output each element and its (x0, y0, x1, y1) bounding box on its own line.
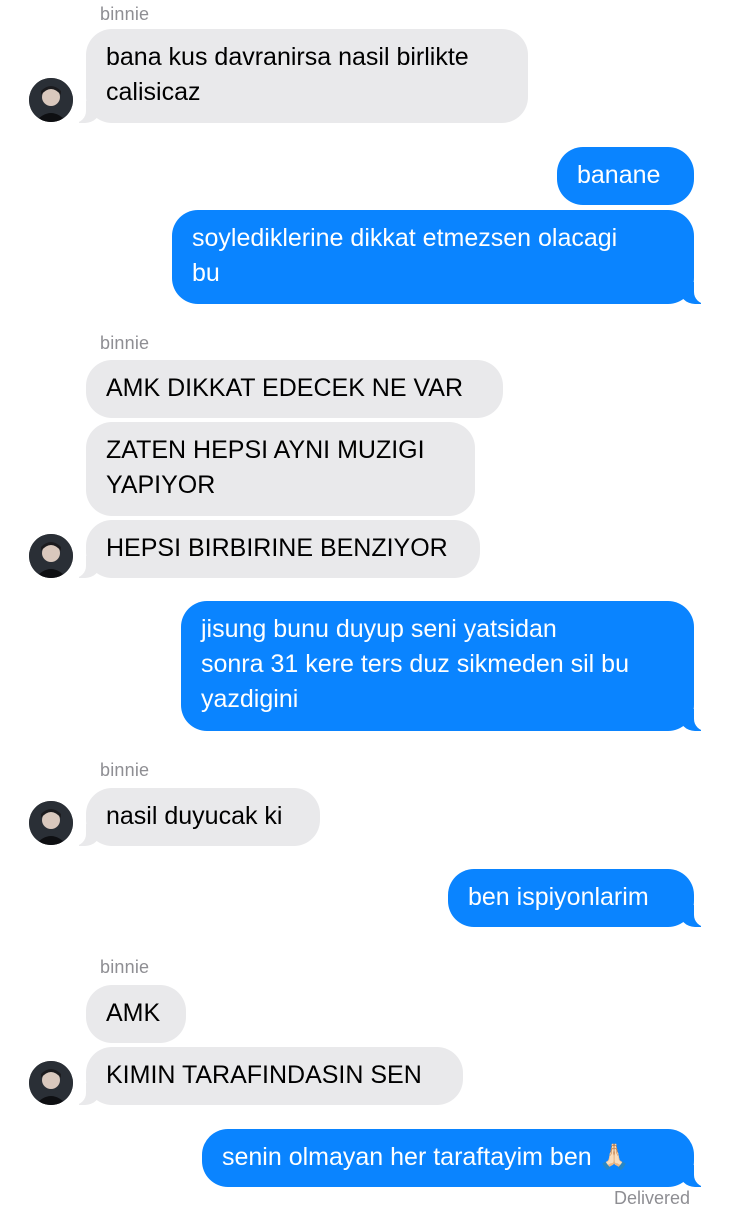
incoming-message[interactable]: KIMIN TARAFINDASIN SEN (74, 1047, 463, 1105)
delivered-status: Delivered (613, 1188, 690, 1208)
contact-avatar[interactable] (29, 534, 73, 578)
incoming-message[interactable]: ZATEN HEPSI AYNI MUZIGI YAPIYOR (86, 422, 475, 516)
sender-name: binnie (100, 957, 150, 977)
sender-name: binnie (100, 333, 150, 353)
avatar-photo-icon (29, 1061, 73, 1105)
incoming-message[interactable]: AMK (86, 985, 186, 1043)
incoming-message[interactable]: nasil duyucak ki (74, 788, 320, 846)
incoming-message[interactable]: HEPSI BIRBIRINE BENZIYOR (74, 520, 480, 578)
contact-avatar[interactable] (29, 1061, 73, 1105)
outgoing-message[interactable]: soylediklerine dikkat etmezsen olacagi b… (172, 210, 706, 304)
sender-name: binnie (100, 4, 150, 24)
incoming-message[interactable]: AMK DIKKAT EDECEK NE VAR (86, 360, 503, 418)
avatar-photo-icon (29, 801, 73, 845)
avatar-photo-icon (29, 534, 73, 578)
outgoing-message[interactable]: ben ispiyonlarim (448, 869, 706, 927)
incoming-message[interactable]: bana kus davranirsa nasil birlikte calis… (74, 29, 528, 123)
outgoing-message[interactable]: banane (557, 147, 694, 205)
sender-name: binnie (100, 760, 150, 780)
outgoing-message[interactable]: jisung bunu duyup seni yatsidan sonra 31… (181, 601, 706, 731)
contact-avatar[interactable] (29, 78, 73, 122)
outgoing-message[interactable]: senin olmayan her taraftayim ben 🙏🏻 (202, 1129, 706, 1187)
avatar-photo-icon (29, 78, 73, 122)
contact-avatar[interactable] (29, 801, 73, 845)
message-thread: binnie bana kus davranirsa nasil birlikt… (0, 0, 734, 1208)
